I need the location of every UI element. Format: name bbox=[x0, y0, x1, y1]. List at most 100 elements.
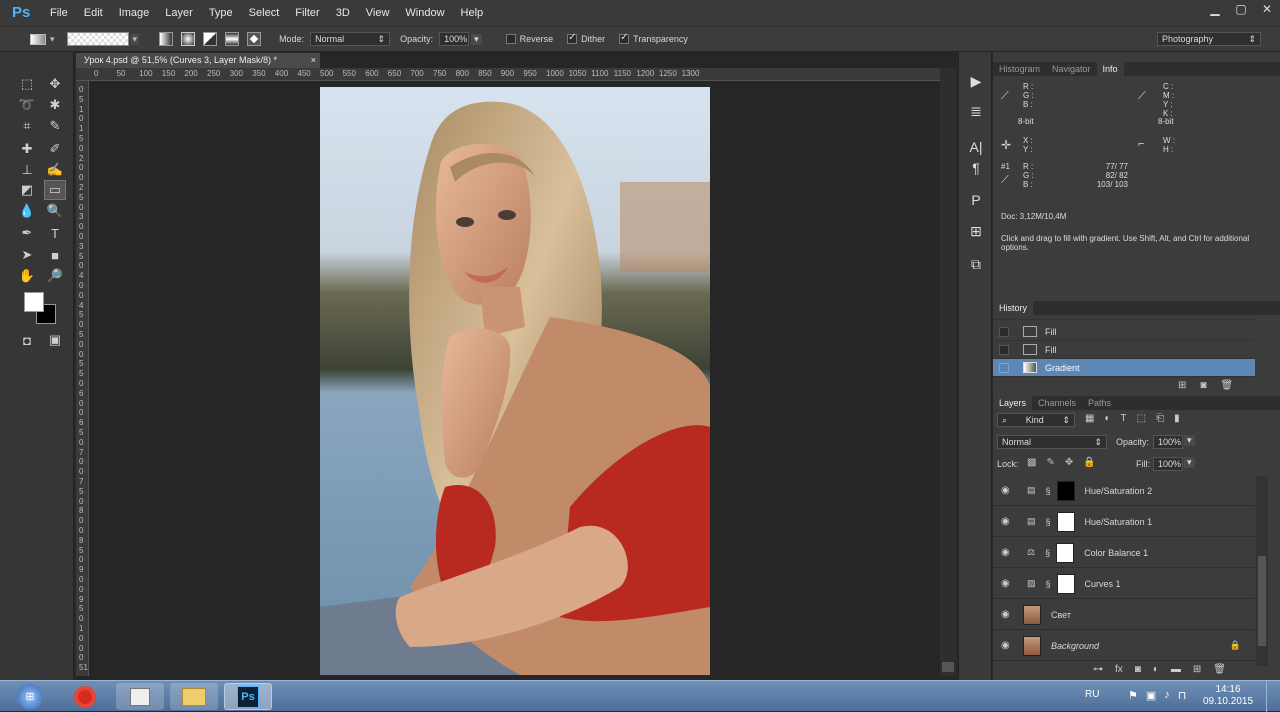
layer-row[interactable]: ◉ ⚖ § Color Balance 1 bbox=[993, 538, 1255, 568]
link-layers-icon[interactable]: ⊶ bbox=[1093, 664, 1103, 675]
gradient-tool-icon[interactable]: ▭ bbox=[44, 180, 66, 200]
close-icon[interactable]: ✕ bbox=[1254, 0, 1280, 18]
lock-image-icon[interactable]: ✎ bbox=[1046, 457, 1054, 468]
opacity-input[interactable]: 100% bbox=[439, 32, 470, 46]
menu-3d[interactable]: 3D bbox=[328, 0, 358, 26]
gradient-tool-preset-icon[interactable]: ▾ bbox=[30, 33, 55, 45]
menu-file[interactable]: File bbox=[42, 0, 76, 26]
brush-preset-icon[interactable]: P bbox=[965, 189, 987, 211]
menu-select[interactable]: Select bbox=[241, 0, 288, 26]
marquee-tool-icon[interactable]: ⬚ bbox=[16, 74, 38, 94]
menu-window[interactable]: Window bbox=[397, 0, 452, 26]
language-indicator[interactable]: RU bbox=[1085, 689, 1099, 700]
blend-mode-select[interactable]: Normal ⇕ bbox=[997, 435, 1107, 449]
link-icon[interactable]: § bbox=[1046, 486, 1051, 496]
show-desktop-button[interactable] bbox=[1266, 681, 1280, 712]
type-tool-icon[interactable]: T bbox=[44, 223, 66, 243]
history-item-selected[interactable]: Gradient bbox=[993, 359, 1255, 377]
group-icon[interactable]: ▬ bbox=[1171, 664, 1181, 675]
tab-histogram[interactable]: Histogram bbox=[993, 62, 1046, 76]
pixel-filter-icon[interactable]: ▦ bbox=[1085, 413, 1094, 424]
layer-opacity-input[interactable]: 100% bbox=[1153, 435, 1183, 449]
layer-row[interactable]: ◉ ▤ § Hue/Saturation 1 bbox=[993, 507, 1255, 537]
add-mask-icon[interactable]: ◙ bbox=[1135, 664, 1141, 675]
maximize-icon[interactable]: ▢ bbox=[1228, 0, 1254, 18]
move-tool-icon[interactable]: ✥ bbox=[44, 74, 66, 94]
clone-stamp-icon[interactable]: ⊥ bbox=[16, 160, 38, 180]
menu-help[interactable]: Help bbox=[453, 0, 492, 26]
adjustment-filter-icon[interactable]: ◐ bbox=[1104, 413, 1110, 424]
smart-object-filter-icon[interactable]: ⎗ bbox=[1156, 413, 1164, 424]
workspace-select[interactable]: Photography ⇕ bbox=[1157, 32, 1261, 46]
gradient-picker[interactable]: ▾ bbox=[66, 32, 140, 46]
new-document-icon[interactable]: ⊞ bbox=[1178, 380, 1186, 391]
blur-tool-icon[interactable]: 💧 bbox=[16, 201, 38, 221]
brush-tool-icon[interactable]: ✐ bbox=[44, 139, 66, 159]
chevron-down-icon[interactable]: ▾ bbox=[471, 33, 482, 45]
layers-scrollbar[interactable] bbox=[1256, 476, 1268, 666]
foreground-color-swatch-top[interactable] bbox=[24, 292, 44, 312]
trash-icon[interactable]: 🗑 bbox=[1220, 380, 1233, 391]
clock[interactable]: 14:16 09.10.2015 bbox=[1200, 684, 1256, 708]
quick-mask-icon[interactable]: ◘ bbox=[16, 330, 38, 350]
tab-channels[interactable]: Channels bbox=[1032, 396, 1082, 410]
menu-type[interactable]: Type bbox=[201, 0, 241, 26]
filter-toggle-icon[interactable]: ▮ bbox=[1174, 413, 1180, 424]
zoom-tool-icon[interactable]: 🔎 bbox=[44, 266, 66, 286]
path-selection-icon[interactable]: ➤ bbox=[16, 245, 38, 265]
fx-icon[interactable]: fx bbox=[1115, 664, 1123, 675]
layer-row[interactable]: ◉ Background 🔒 bbox=[993, 631, 1255, 661]
menu-layer[interactable]: Layer bbox=[157, 0, 201, 26]
tab-paths[interactable]: Paths bbox=[1082, 396, 1117, 410]
layer-row[interactable]: ◉ ▤ § Hue/Saturation 2 bbox=[993, 476, 1255, 506]
mode-select[interactable]: Normal ⇕ bbox=[310, 32, 391, 46]
adjustments-icon[interactable]: ≣ bbox=[965, 100, 987, 122]
minimize-icon[interactable]: ▁ bbox=[1202, 0, 1228, 18]
volume-icon[interactable]: ♪ bbox=[1164, 689, 1170, 702]
clone-source-icon[interactable]: ⊞ bbox=[965, 220, 987, 242]
app-button[interactable] bbox=[116, 683, 164, 710]
lasso-tool-icon[interactable]: ➰ bbox=[16, 95, 38, 115]
chevron-down-icon[interactable]: ▾ bbox=[1184, 435, 1195, 446]
link-icon[interactable]: § bbox=[1046, 579, 1051, 589]
eye-icon[interactable]: ◉ bbox=[1001, 547, 1013, 558]
eye-icon[interactable]: ◉ bbox=[1001, 609, 1013, 620]
menu-filter[interactable]: Filter bbox=[287, 0, 327, 26]
eyedropper-icon[interactable]: ✎ bbox=[44, 116, 66, 136]
vertical-scrollbar[interactable] bbox=[940, 68, 956, 676]
quick-selection-icon[interactable]: ✱ bbox=[44, 95, 66, 115]
eye-icon[interactable]: ◉ bbox=[1001, 640, 1013, 651]
menu-image[interactable]: Image bbox=[111, 0, 158, 26]
layer-row[interactable]: ◉ ▨ § Curves 1 bbox=[993, 569, 1255, 599]
healing-brush-icon[interactable]: ✚ bbox=[16, 139, 38, 159]
link-icon[interactable]: § bbox=[1046, 517, 1051, 527]
pen-tool-icon[interactable]: ✒ bbox=[16, 223, 38, 243]
angle-gradient-icon[interactable] bbox=[203, 32, 218, 46]
canvas-photo[interactable] bbox=[320, 87, 710, 675]
history-brush-icon[interactable]: ✍ bbox=[44, 160, 66, 180]
lock-all-icon[interactable]: 🔒 bbox=[1083, 457, 1095, 468]
new-layer-icon[interactable]: ⊞ bbox=[1193, 664, 1201, 675]
character-icon[interactable]: A| bbox=[965, 136, 987, 158]
history-item[interactable]: Fill bbox=[993, 341, 1255, 359]
filter-kind-select[interactable]: ⌕ Kind ⇕ bbox=[997, 413, 1075, 427]
show-hidden-icon[interactable]: ⊓ bbox=[1178, 689, 1187, 702]
layer-row[interactable]: ◉ Свет bbox=[993, 600, 1255, 630]
lock-transparent-icon[interactable]: ▩ bbox=[1027, 457, 1036, 468]
transparency-checkbox[interactable]: Transparency bbox=[619, 32, 688, 44]
menu-edit[interactable]: Edit bbox=[76, 0, 111, 26]
snapshot-icon[interactable]: ◙ bbox=[1200, 380, 1206, 391]
flag-icon[interactable]: ⚑ bbox=[1128, 689, 1138, 702]
adjustment-layer-icon[interactable]: ◐ bbox=[1153, 664, 1159, 675]
eye-icon[interactable]: ◉ bbox=[1001, 516, 1013, 527]
explorer-button[interactable] bbox=[170, 683, 218, 710]
dither-checkbox[interactable]: Dither bbox=[567, 32, 605, 44]
eye-icon[interactable]: ◉ bbox=[1001, 578, 1013, 589]
eye-icon[interactable]: ◉ bbox=[1001, 485, 1013, 496]
lock-position-icon[interactable]: ✥ bbox=[1065, 457, 1073, 468]
tab-layers[interactable]: Layers bbox=[993, 396, 1033, 410]
start-button[interactable]: ⊞ bbox=[8, 683, 52, 710]
opera-button[interactable] bbox=[62, 683, 108, 710]
chevron-down-icon[interactable]: ▾ bbox=[1184, 457, 1195, 468]
play-actions-icon[interactable]: ▶ bbox=[965, 70, 987, 92]
